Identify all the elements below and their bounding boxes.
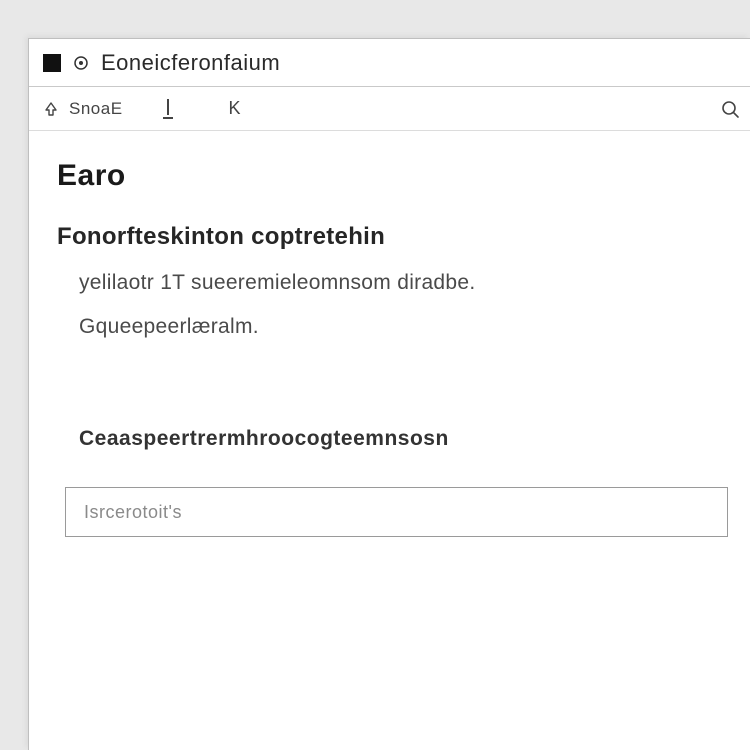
text-input[interactable] [65, 487, 728, 537]
target-icon [73, 55, 89, 71]
title-bar: Eoneicferonfaium [29, 39, 750, 87]
app-square-icon [43, 54, 61, 72]
body-text-line: Gqueepeerlæralm. [79, 315, 728, 339]
search-icon[interactable] [720, 99, 740, 119]
content-area: Earo Fonorfteskinton coptretehin yelilao… [29, 131, 750, 537]
body-text-line: yelilaotr 1T sueeremieleomnsom diradbe. [79, 271, 728, 295]
up-arrow-icon[interactable] [43, 101, 59, 117]
toolbar-glyph[interactable]: K [229, 98, 240, 119]
page-title: Earo [57, 159, 728, 193]
toolbar-label: SnoaE [69, 99, 123, 119]
toolbar: SnoaE K [29, 87, 750, 131]
app-window: Eoneicferonfaium SnoaE K Earo Fonorftesk… [28, 38, 750, 750]
window-title: Eoneicferonfaium [101, 50, 280, 76]
field-label: Ceaaspeertrermhroocogteemnsosn [79, 427, 728, 451]
section-subheading: Fonorfteskinton coptretehin [57, 223, 728, 251]
tool-icon[interactable] [161, 99, 179, 119]
